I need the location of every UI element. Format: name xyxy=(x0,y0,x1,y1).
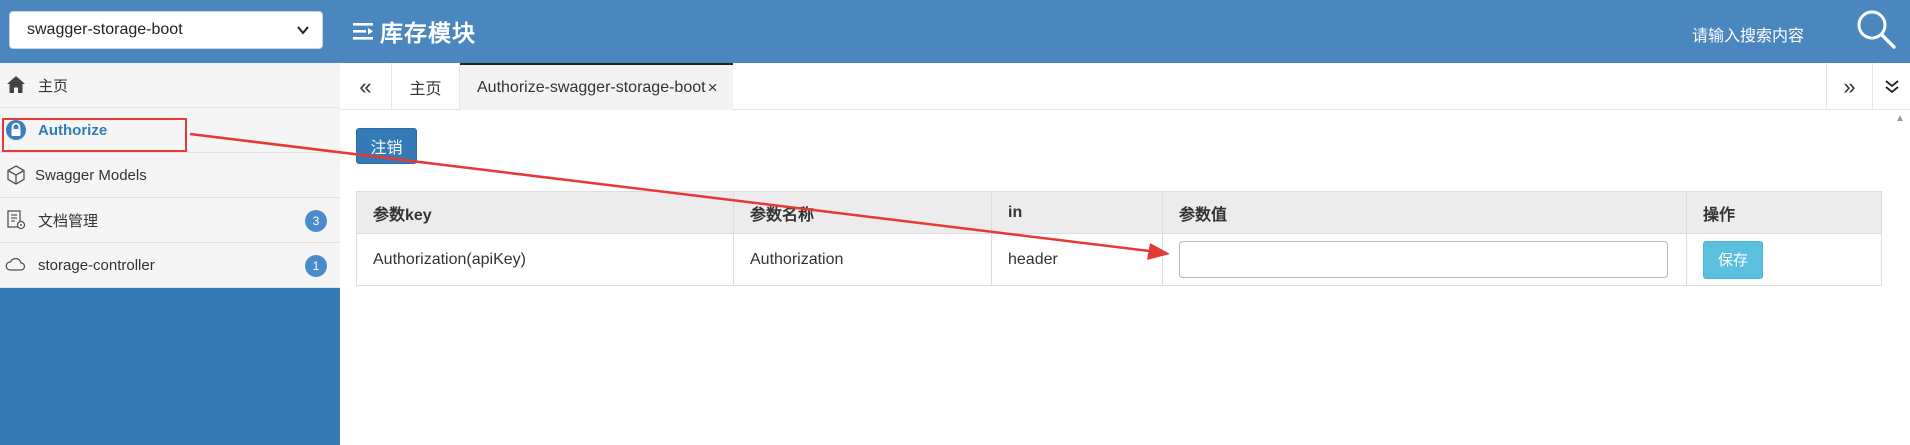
annotation-highlight-box xyxy=(2,118,187,152)
cloud-icon xyxy=(5,257,26,271)
sidebar-item-swagger-models[interactable]: Swagger Models xyxy=(0,153,340,198)
param-name-cell: Authorization xyxy=(733,233,992,286)
search-icon[interactable] xyxy=(1855,8,1897,50)
tab-label: Authorize-swagger-storage-boot xyxy=(477,78,706,96)
cube-icon xyxy=(7,165,25,185)
tab-scroll-right-button[interactable]: » xyxy=(1826,63,1872,110)
param-value-input[interactable] xyxy=(1179,241,1668,278)
column-header-in: in xyxy=(991,191,1163,234)
param-value-cell xyxy=(1162,233,1687,286)
tab-authorize[interactable]: Authorize-swagger-storage-boot × xyxy=(460,63,733,110)
logout-button[interactable]: 注销 xyxy=(356,128,417,164)
tab-bar: « 主页 Authorize-swagger-storage-boot × » xyxy=(340,63,1910,110)
sidebar-item-label: 文档管理 xyxy=(38,212,99,230)
table-header-row: 参数key 参数名称 in 参数值 操作 xyxy=(356,191,1882,234)
close-icon[interactable]: × xyxy=(708,78,718,98)
sidebar-item-label: 主页 xyxy=(38,77,69,95)
tab-home[interactable]: 主页 xyxy=(392,63,460,110)
count-badge: 3 xyxy=(305,210,327,232)
sidebar-menu: 主页 Authorize Swagger Models 文档管理 3 stora… xyxy=(0,63,340,288)
chevron-down-icon xyxy=(297,26,309,35)
home-icon xyxy=(7,76,25,93)
save-button[interactable]: 保存 xyxy=(1703,240,1763,279)
auth-params-table: 参数key 参数名称 in 参数值 操作 Authorization(apiKe… xyxy=(356,191,1882,286)
tab-options-button[interactable] xyxy=(1872,63,1910,110)
column-header-value: 参数值 xyxy=(1162,191,1687,234)
module-title-group: 库存模块 xyxy=(353,14,476,48)
tab-scroll-left-button[interactable]: « xyxy=(340,63,392,110)
app-header: swagger-storage-boot 库存模块 请输入搜索内容 xyxy=(0,0,1910,63)
sidebar-item-storage-controller[interactable]: storage-controller 1 xyxy=(0,243,340,288)
action-cell: 保存 xyxy=(1686,233,1882,286)
sidebar-toggle-icon[interactable] xyxy=(353,21,375,41)
service-select-value: swagger-storage-boot xyxy=(27,21,183,38)
column-header-key: 参数key xyxy=(356,191,734,234)
sidebar-item-label: Swagger Models xyxy=(35,166,147,184)
column-header-name: 参数名称 xyxy=(733,191,992,234)
table-row: Authorization(apiKey) Authorization head… xyxy=(356,233,1882,286)
page-title: 库存模块 xyxy=(380,20,476,46)
tab-label: 主页 xyxy=(409,80,442,98)
sidebar-item-home[interactable]: 主页 xyxy=(0,63,340,108)
column-header-action: 操作 xyxy=(1686,191,1882,234)
double-chevron-down-icon xyxy=(1884,79,1899,93)
sidebar-item-label: storage-controller xyxy=(38,256,155,274)
count-badge: 1 xyxy=(305,255,327,277)
scroll-up-arrow-icon[interactable]: ▲ xyxy=(1893,113,1907,127)
param-key-cell: Authorization(apiKey) xyxy=(356,233,734,286)
sidebar-item-docs[interactable]: 文档管理 3 xyxy=(0,198,340,243)
param-in-cell: header xyxy=(991,233,1163,286)
document-settings-icon xyxy=(7,210,26,230)
search-input[interactable]: 请输入搜索内容 xyxy=(1692,22,1804,46)
service-select[interactable]: swagger-storage-boot xyxy=(9,11,323,49)
